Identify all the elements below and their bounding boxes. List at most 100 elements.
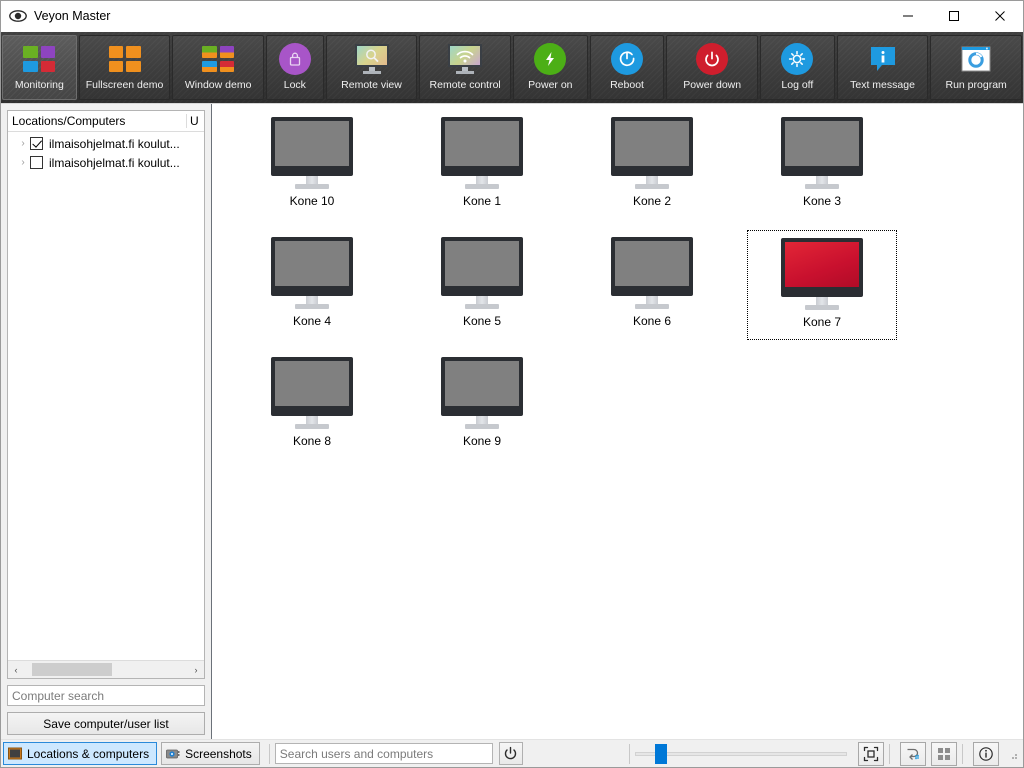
locations-computers-tree[interactable]: Locations/Computers U › ilmaisohjelmat.f… bbox=[7, 110, 205, 679]
screenshots-camera-icon bbox=[166, 747, 180, 761]
computer-label: Kone 10 bbox=[289, 194, 335, 208]
monitor-icon bbox=[781, 117, 863, 189]
computer-label: Kone 5 bbox=[462, 314, 502, 328]
locations-computers-icon bbox=[8, 747, 22, 761]
monitor-icon bbox=[271, 117, 353, 189]
log-off-sun-icon bbox=[779, 41, 815, 77]
auto-size-button[interactable] bbox=[858, 741, 884, 766]
tab-screenshots[interactable]: Screenshots bbox=[161, 742, 260, 765]
resize-grip-icon[interactable] bbox=[1005, 747, 1019, 761]
computer-thumbnail[interactable]: Kone 2 bbox=[577, 110, 727, 220]
computer-thumbnail[interactable]: Kone 4 bbox=[237, 230, 387, 340]
scroll-thumb[interactable] bbox=[32, 663, 112, 676]
monitoring-area[interactable]: Kone 10 Kone 1 Kone 2 Kone 3 Kone 4 Kone 5 Kon… bbox=[211, 104, 1023, 739]
run-program-icon bbox=[958, 41, 994, 77]
tab-locations-label: Locations & computers bbox=[27, 746, 150, 761]
maximize-button[interactable] bbox=[931, 1, 977, 31]
computer-label: Kone 3 bbox=[802, 194, 842, 208]
toolbar-label: Lock bbox=[283, 79, 306, 91]
toolbar-button-remote-view[interactable]: Remote view bbox=[325, 35, 418, 100]
status-separator-2 bbox=[629, 743, 630, 764]
tree-header-users: U bbox=[186, 114, 204, 128]
computer-thumbnail[interactable]: Kone 8 bbox=[237, 350, 387, 460]
toolbar-button-power-down[interactable]: Power down bbox=[666, 35, 758, 100]
close-button[interactable] bbox=[977, 1, 1023, 31]
monitor-screen bbox=[445, 361, 519, 406]
sort-button[interactable] bbox=[900, 741, 926, 766]
scroll-right-arrow-icon[interactable]: › bbox=[188, 662, 204, 677]
location-checkbox-checked[interactable] bbox=[30, 137, 43, 150]
monitor-screen bbox=[785, 242, 859, 287]
tab-screenshots-label: Screenshots bbox=[185, 746, 252, 761]
toolbar-label: Run program bbox=[945, 79, 1007, 91]
tree-item-label: ilmaisohjelmat.fi koulut... bbox=[49, 136, 180, 151]
monitor-stand-base bbox=[805, 305, 839, 310]
location-checkbox-unchecked[interactable] bbox=[30, 156, 43, 169]
computer-label: Kone 9 bbox=[462, 434, 502, 448]
toolbar-button-remote-control[interactable]: Remote control bbox=[419, 35, 511, 100]
slider-handle[interactable] bbox=[655, 744, 667, 764]
computer-thumbnail[interactable]: Kone 3 bbox=[747, 110, 897, 220]
monitor-icon bbox=[271, 237, 353, 309]
title-bar: Veyon Master bbox=[1, 1, 1023, 32]
info-button[interactable] bbox=[973, 741, 999, 766]
veyon-master-window: Veyon Master Monitoring Fullscreen demo … bbox=[0, 0, 1024, 768]
tree-horizontal-scrollbar[interactable]: ‹ › bbox=[8, 660, 204, 678]
monitor-icon bbox=[611, 117, 693, 189]
monitor-stand-base bbox=[635, 184, 669, 189]
scroll-left-arrow-icon[interactable]: ‹ bbox=[8, 662, 24, 677]
chevron-right-icon[interactable]: › bbox=[16, 137, 30, 151]
remote-view-icon bbox=[354, 41, 390, 77]
toolbar-label: Power on bbox=[528, 79, 573, 91]
toolbar-label: Fullscreen demo bbox=[85, 79, 164, 91]
status-separator-1 bbox=[268, 743, 270, 764]
window-title: Veyon Master bbox=[34, 9, 111, 23]
monitor-stand-base bbox=[295, 184, 329, 189]
computer-thumbnail[interactable]: Kone 9 bbox=[407, 350, 557, 460]
toolbar-button-fullscreen-demo[interactable]: Fullscreen demo bbox=[78, 35, 171, 100]
tab-locations-and-computers[interactable]: Locations & computers bbox=[3, 742, 158, 765]
tree-item-location-2[interactable]: › ilmaisohjelmat.fi koulut... bbox=[8, 153, 204, 172]
computer-thumbnail[interactable]: Kone 10 bbox=[237, 110, 387, 220]
lock-icon bbox=[277, 41, 313, 77]
toolbar-label: Log off bbox=[781, 79, 814, 91]
tree-header-locations: Locations/Computers bbox=[12, 114, 126, 128]
monitor-icon bbox=[271, 357, 353, 429]
computer-thumbnail[interactable]: Kone 7 bbox=[747, 230, 897, 340]
toolbar-button-log-off[interactable]: Log off bbox=[760, 35, 835, 100]
computer-label: Kone 7 bbox=[802, 315, 842, 329]
power-button[interactable] bbox=[498, 742, 523, 765]
computer-label: Kone 8 bbox=[292, 434, 332, 448]
computer-thumbnail[interactable]: Kone 1 bbox=[407, 110, 557, 220]
toolbar-label: Window demo bbox=[184, 79, 252, 91]
monitor-icon bbox=[611, 237, 693, 309]
computer-thumbnail[interactable]: Kone 6 bbox=[577, 230, 727, 340]
monitor-screen bbox=[615, 121, 689, 166]
toolbar-button-power-on[interactable]: Power on bbox=[512, 35, 588, 100]
computer-thumbnail[interactable]: Kone 5 bbox=[407, 230, 557, 340]
toolbar-button-window-demo[interactable]: Window demo bbox=[172, 35, 264, 100]
computer-search-input[interactable] bbox=[7, 685, 205, 706]
main-body: Locations/Computers U › ilmaisohjelmat.f… bbox=[1, 104, 1023, 739]
monitor-screen bbox=[445, 121, 519, 166]
monitor-screen bbox=[785, 121, 859, 166]
toolbar-button-monitoring[interactable]: Monitoring bbox=[2, 35, 77, 100]
grid-view-button[interactable] bbox=[931, 741, 957, 766]
fullscreen-demo-icon bbox=[107, 41, 143, 77]
save-computer-user-list-button[interactable]: Save computer/user list bbox=[7, 712, 205, 735]
toolbar-button-run-program[interactable]: Run program bbox=[930, 35, 1022, 100]
toolbar-label: Remote view bbox=[341, 79, 402, 91]
monitor-screen bbox=[275, 121, 349, 166]
tree-item-location-1[interactable]: › ilmaisohjelmat.fi koulut... bbox=[8, 134, 204, 153]
minimize-button[interactable] bbox=[885, 1, 931, 31]
users-computers-search-input[interactable] bbox=[274, 743, 493, 764]
computer-label: Kone 6 bbox=[632, 314, 672, 328]
scroll-track[interactable] bbox=[24, 662, 188, 677]
toolbar-button-text-message[interactable]: Text message bbox=[836, 35, 929, 100]
chevron-right-icon[interactable]: › bbox=[16, 156, 30, 170]
computer-label: Kone 2 bbox=[632, 194, 672, 208]
power-down-icon bbox=[694, 41, 730, 77]
icon-size-slider[interactable] bbox=[635, 743, 847, 764]
toolbar-button-reboot[interactable]: Reboot bbox=[589, 35, 665, 100]
toolbar-button-lock[interactable]: Lock bbox=[265, 35, 324, 100]
